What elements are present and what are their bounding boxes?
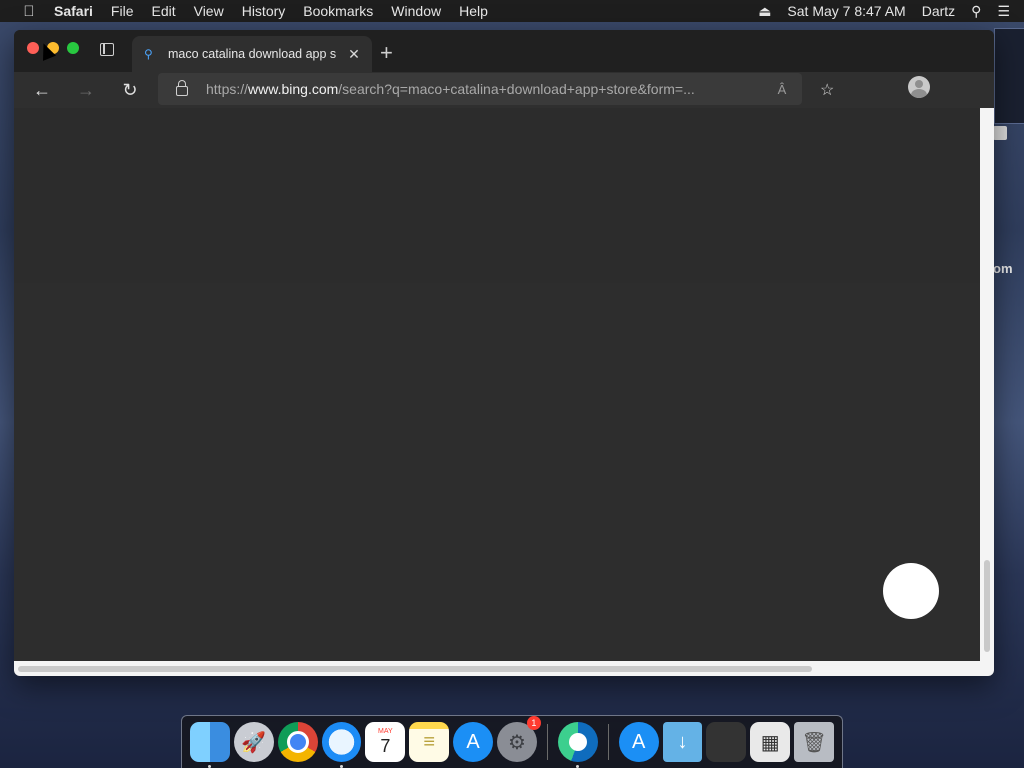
user-name[interactable]: Dartz bbox=[914, 3, 963, 19]
menu-edit[interactable]: Edit bbox=[142, 3, 184, 19]
profile-avatar-icon[interactable] bbox=[908, 76, 930, 98]
calendar-day: 7 bbox=[380, 735, 391, 756]
title-bar[interactable]: ⚲ maco catalina download app s ✕ + bbox=[14, 30, 994, 72]
notification-badge: 1 bbox=[526, 716, 541, 730]
dock-edge-icon[interactable] bbox=[557, 722, 598, 768]
page-content[interactable] bbox=[14, 108, 980, 661]
dock-stack-icon[interactable] bbox=[706, 722, 747, 762]
menu-bar:  Safari File Edit View History Bookmark… bbox=[0, 0, 1024, 22]
notification-center-icon[interactable]: ☰ bbox=[989, 3, 1024, 20]
menu-history[interactable]: History bbox=[233, 3, 295, 19]
background-window-text: om bbox=[993, 261, 1013, 276]
status-area: ⏏ Sat May 7 8:47 AM Dartz ⚲ ☰ bbox=[750, 3, 1024, 20]
dock-calendar-icon[interactable]: MAY 7 bbox=[365, 722, 406, 762]
horizontal-scrollbar-track[interactable] bbox=[14, 661, 980, 676]
dock-separator bbox=[607, 724, 609, 760]
menu-help[interactable]: Help bbox=[450, 3, 497, 19]
dock: 🚀 MAY 7 ≡ A ⚙ 1 A ↓ ▦ 🗑 bbox=[181, 715, 843, 768]
tab-title: maco catalina download app s bbox=[168, 47, 337, 61]
dock-app-store-download-icon[interactable]: A bbox=[618, 722, 659, 762]
background-window[interactable] bbox=[994, 28, 1024, 124]
refresh-icon[interactable]: ↻ bbox=[118, 79, 142, 101]
dock-chrome-icon[interactable] bbox=[277, 722, 318, 762]
new-tab-icon[interactable]: + bbox=[380, 40, 393, 66]
menu-bookmarks[interactable]: Bookmarks bbox=[294, 3, 382, 19]
dock-launchpad-icon[interactable]: 🚀 bbox=[233, 722, 274, 762]
eject-icon[interactable]: ⏏ bbox=[750, 3, 779, 20]
spotlight-search-icon[interactable]: ⚲ bbox=[963, 3, 989, 20]
menu-file[interactable]: File bbox=[102, 3, 143, 19]
menu-view[interactable]: View bbox=[185, 3, 233, 19]
back-arrow-icon[interactable]: ← bbox=[30, 79, 54, 101]
url-text[interactable]: https://www.bing.com/search?q=maco+catal… bbox=[206, 81, 762, 97]
dock-safari-icon[interactable] bbox=[321, 722, 362, 768]
tab-actions-icon[interactable] bbox=[100, 43, 114, 56]
maximize-window-button[interactable] bbox=[67, 42, 79, 54]
favorites-star-icon[interactable]: ☆ bbox=[820, 80, 834, 100]
dock-system-preferences-icon[interactable]: ⚙ 1 bbox=[497, 716, 541, 762]
calendar-month: MAY bbox=[378, 727, 393, 735]
dock-downloads-folder-icon[interactable]: ↓ bbox=[662, 722, 703, 762]
tab-active[interactable]: ⚲ maco catalina download app s ✕ bbox=[132, 36, 372, 72]
lock-icon[interactable] bbox=[176, 80, 188, 96]
clock[interactable]: Sat May 7 8:47 AM bbox=[779, 3, 913, 19]
forward-arrow-icon[interactable]: → bbox=[74, 79, 98, 101]
floating-action-button[interactable] bbox=[883, 563, 939, 619]
dock-trash-icon[interactable]: 🗑 bbox=[794, 722, 835, 762]
content-header-region bbox=[14, 108, 980, 283]
browser-window: ⚲ maco catalina download app s ✕ + ← → ↻… bbox=[14, 30, 994, 676]
dock-screenshots-stack-icon[interactable]: ▦ bbox=[750, 722, 791, 762]
apple-menu-icon[interactable]:  bbox=[18, 3, 40, 20]
background-window-control bbox=[993, 126, 1007, 140]
dock-notes-icon[interactable]: ≡ bbox=[409, 722, 450, 762]
dock-separator bbox=[546, 724, 548, 760]
toolbar: ← → ↻ https://www.bing.com/search?q=maco… bbox=[14, 72, 994, 108]
horizontal-scrollbar-thumb[interactable] bbox=[18, 666, 812, 672]
menu-window[interactable]: Window bbox=[382, 3, 450, 19]
dock-app-store-icon[interactable]: A bbox=[453, 722, 494, 762]
menu-app-name[interactable]: Safari bbox=[54, 3, 102, 19]
read-aloud-icon[interactable]: Â bbox=[762, 82, 802, 97]
close-tab-icon[interactable]: ✕ bbox=[346, 46, 362, 63]
vertical-scrollbar-thumb[interactable] bbox=[984, 560, 990, 652]
dock-finder-icon[interactable] bbox=[190, 722, 230, 768]
search-favicon-icon: ⚲ bbox=[144, 47, 153, 61]
content-body-region bbox=[14, 283, 980, 661]
address-bar[interactable]: https://www.bing.com/search?q=maco+catal… bbox=[158, 73, 802, 105]
